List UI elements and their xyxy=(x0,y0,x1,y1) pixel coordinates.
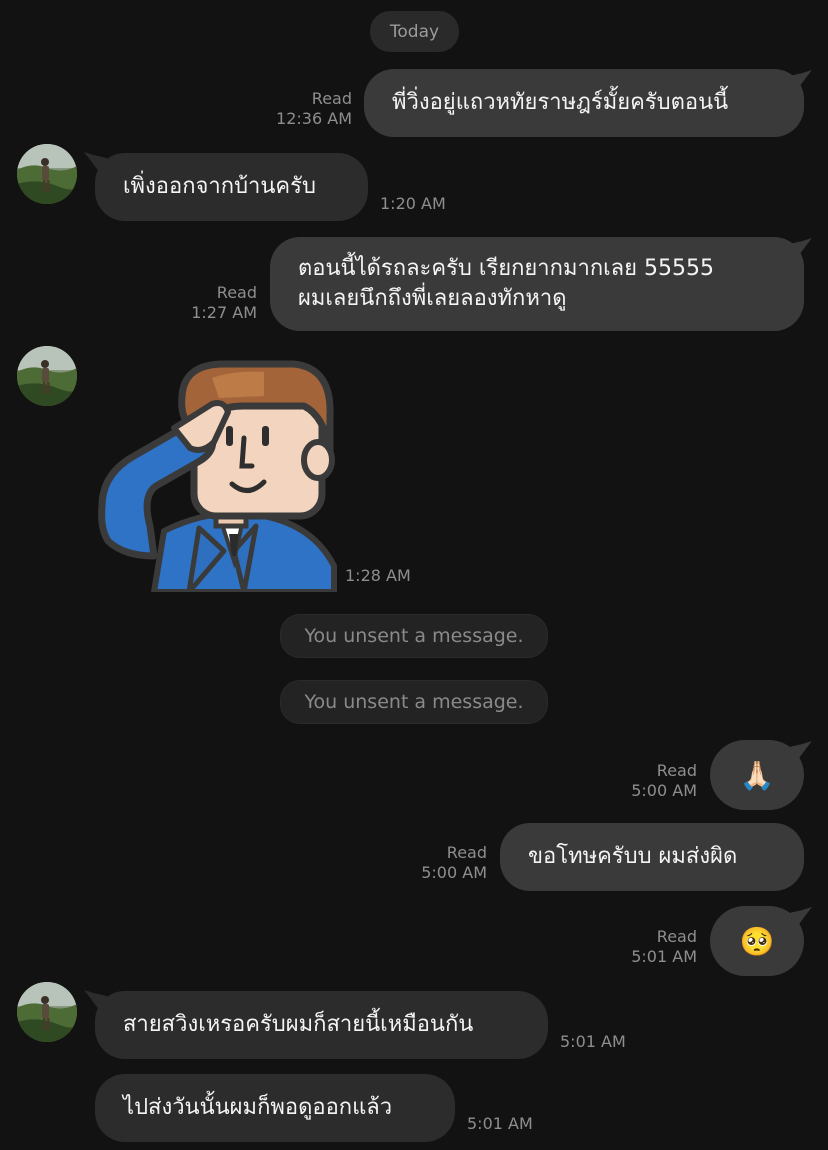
incoming-message-bubble[interactable]: เพิ่งออกจากบ้านครับ xyxy=(95,153,368,221)
folded-hands-emoji-icon: 🙏🏻 xyxy=(739,758,775,792)
message-text: เพิ่งออกจากบ้านครับ xyxy=(123,174,316,199)
message-meta: Read 1:27 AM xyxy=(166,283,257,323)
message-text-line: ตอนนี้ได้รถละครับ เรียกยากมากเลย 55555 xyxy=(298,256,715,281)
message-time: 1:28 AM xyxy=(345,566,411,585)
contact-avatar[interactable] xyxy=(17,144,77,204)
message-text: ขอโทษครับบ ผมส่งผิด xyxy=(528,844,738,869)
message-time: 5:01 AM xyxy=(560,1032,626,1051)
message-text: ไปส่งวันนั้นผมก็พอดูออกแล้ว xyxy=(123,1095,393,1120)
read-status: Read xyxy=(656,761,697,780)
message-time: 1:20 AM xyxy=(380,194,446,213)
incoming-message-bubble[interactable]: สายสวิงเหรอครับผมก็สายนี้เหมือนกัน xyxy=(95,991,548,1059)
unsent-message-notice: You unsent a message. xyxy=(280,680,548,724)
message-time: 5:01 AM xyxy=(467,1114,533,1133)
avatar-photo-icon xyxy=(17,144,77,204)
contact-avatar[interactable] xyxy=(17,346,77,406)
read-status: Read xyxy=(656,927,697,946)
message-time: 5:00 AM xyxy=(421,863,487,882)
contact-avatar[interactable] xyxy=(17,982,77,1042)
pleading-face-emoji-icon: 🥺 xyxy=(739,924,775,958)
avatar-photo-icon xyxy=(17,982,77,1042)
unsent-message-notice: You unsent a message. xyxy=(280,614,548,658)
message-time: 12:36 AM xyxy=(276,109,352,128)
message-text: สายสวิงเหรอครับผมก็สายนี้เหมือนกัน xyxy=(123,1012,474,1037)
message-meta: Read 5:01 AM xyxy=(610,927,697,967)
message-meta: Read 12:36 AM xyxy=(262,89,352,129)
read-status: Read xyxy=(216,283,257,302)
message-meta: Read 5:00 AM xyxy=(400,843,487,883)
read-status: Read xyxy=(446,843,487,862)
date-separator: Today xyxy=(370,11,459,52)
unsent-text: You unsent a message. xyxy=(304,625,524,647)
outgoing-message-bubble[interactable]: ตอนนี้ได้รถละครับ เรียกยากมากเลย 55555 ผ… xyxy=(270,237,804,331)
outgoing-message-bubble[interactable]: พี่วิ่งอยู่แถวหทัยราษฎร์มั้ยครับตอนนี้ xyxy=(364,69,804,137)
message-meta: Read 5:00 AM xyxy=(610,761,697,801)
message-text-line: ผมเลยนึกถึงพี่เลยลองทักหาดู xyxy=(298,286,567,311)
avatar-photo-icon xyxy=(17,346,77,406)
message-time: 5:00 AM xyxy=(631,781,697,800)
message-time: 1:27 AM xyxy=(191,303,257,322)
message-text: พี่วิ่งอยู่แถวหทัยราษฎร์มั้ยครับตอนนี้ xyxy=(392,90,729,115)
unsent-text: You unsent a message. xyxy=(304,691,524,713)
read-status: Read xyxy=(311,89,352,108)
outgoing-message-bubble[interactable]: ขอโทษครับบ ผมส่งผิด xyxy=(500,823,804,891)
saluting-businessman-sticker[interactable] xyxy=(94,356,340,595)
incoming-message-bubble[interactable]: ไปส่งวันนั้นผมก็พอดูออกแล้ว xyxy=(95,1074,455,1142)
message-time: 5:01 AM xyxy=(631,947,697,966)
